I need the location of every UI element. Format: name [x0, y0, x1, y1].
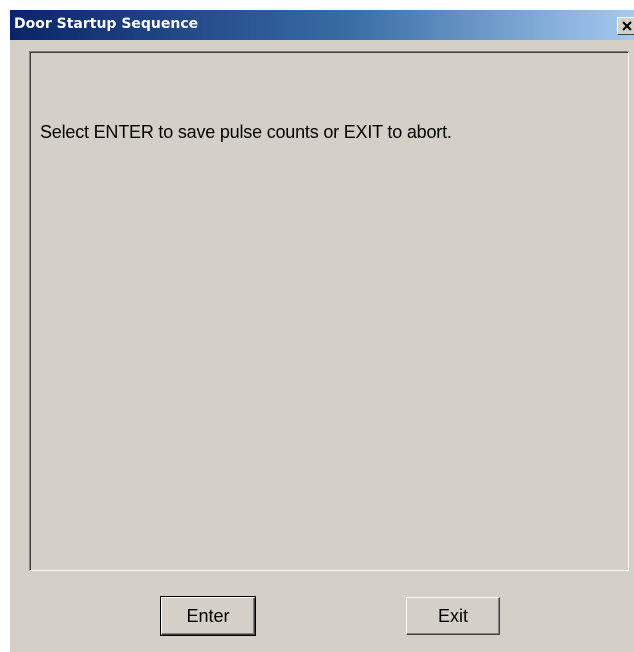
title-bar[interactable]: Door Startup Sequence	[10, 10, 634, 40]
dialog-window: Door Startup Sequence Select ENTER to sa…	[9, 10, 634, 652]
instruction-message: Select ENTER to save pulse counts or EXI…	[40, 122, 452, 142]
window-title: Door Startup Sequence	[14, 16, 199, 32]
close-button[interactable]	[617, 17, 634, 35]
message-panel: Select ENTER to save pulse counts or EXI…	[29, 51, 629, 571]
enter-button[interactable]: Enter	[160, 596, 256, 636]
exit-button[interactable]: Exit	[406, 597, 500, 635]
close-icon	[622, 21, 632, 31]
